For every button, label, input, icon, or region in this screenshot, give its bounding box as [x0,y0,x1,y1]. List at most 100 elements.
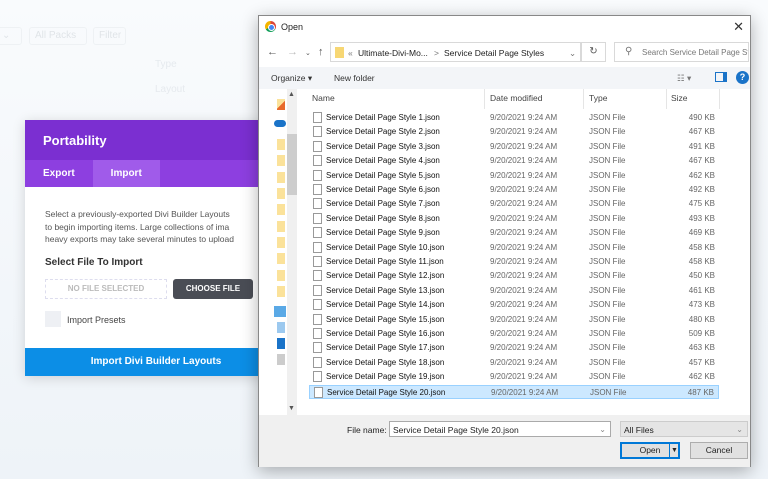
file-icon [313,227,322,239]
organize-menu[interactable]: Organize ▾ [271,73,312,84]
bg-layout-header: Layout [155,84,186,95]
nav-scrollbar-thumb[interactable] [287,134,297,195]
file-row[interactable]: Service Detail Page Style 15.json 9/20/2… [309,313,719,327]
file-row[interactable]: Service Detail Page Style 1.json 9/20/20… [309,111,719,125]
back-icon[interactable]: ← [267,46,278,58]
column-type[interactable]: Type [589,93,607,103]
file-type: JSON File [589,372,626,382]
search-input[interactable]: ⚲ Search Service Detail Page St... [614,42,749,62]
breadcrumb-parent[interactable]: Ultimate-Divi-Mo... [358,48,428,58]
bg-packs-dropdown: All Packs [29,27,87,45]
cancel-button[interactable]: Cancel [690,442,748,459]
file-date: 9/20/2021 9:24 AM [490,141,558,151]
file-date: 9/20/2021 9:24 AM [490,228,558,238]
file-size: 467 KB [688,127,715,137]
file-status: NO FILE SELECTED [45,279,167,299]
dialog-title: Open [281,22,304,32]
up-icon[interactable]: ↑ [318,46,324,58]
open-button[interactable]: Open ▼ [620,442,680,459]
preview-pane-icon[interactable] [715,72,727,82]
file-row[interactable]: Service Detail Page Style 17.json 9/20/2… [309,341,719,355]
file-list: Name Date modified Type Size Service Det… [301,89,721,415]
open-file-dialog: Open ✕ ← → ⌄ ↑ « Ultimate-Divi-Mo... > S… [258,15,751,467]
file-row[interactable]: Service Detail Page Style 16.json 9/20/2… [309,327,719,341]
bg-filter-button: Filter [93,27,126,45]
new-folder-button[interactable]: New folder [334,73,375,83]
search-icon: ⚲ [625,46,633,57]
import-presets-checkbox[interactable] [45,311,61,327]
folder-icon [277,286,285,297]
file-row[interactable]: Service Detail Page Style 11.json 9/20/2… [309,255,719,269]
recent-chevron-icon[interactable]: ⌄ [305,49,311,57]
file-icon [313,169,322,181]
chevron-down-icon[interactable]: ⌄ [599,425,606,434]
onedrive-icon [274,120,286,127]
refresh-button[interactable]: ↻ [581,42,606,62]
bg-type-header: Type [155,59,177,70]
navigation-pane[interactable]: ▲ ▼ [259,89,297,415]
chevron-down-icon[interactable]: ⌄ [569,48,576,59]
close-icon[interactable]: ✕ [733,19,744,35]
file-row[interactable]: Service Detail Page Style 14.json 9/20/2… [309,298,719,312]
file-type: JSON File [589,257,626,266]
file-icon [313,198,322,210]
tab-export[interactable]: Export [25,160,93,187]
open-dropdown-icon[interactable]: ▼ [669,443,679,458]
file-name: Service Detail Page Style 16.json [326,329,445,338]
breadcrumb-current[interactable]: Service Detail Page Styles [444,48,544,58]
file-row[interactable]: Service Detail Page Style 13.json 9/20/2… [309,284,719,298]
file-size: 490 KB [688,113,715,122]
file-row[interactable]: Service Detail Page Style 7.json 9/20/20… [309,197,719,211]
file-row[interactable]: Service Detail Page Style 20.json 9/20/2… [309,384,719,399]
file-row[interactable]: Service Detail Page Style 5.json 9/20/20… [309,169,719,183]
file-date: 9/20/2021 9:24 AM [490,271,558,281]
folder-icon [277,221,285,232]
address-bar[interactable]: « Ultimate-Divi-Mo... > Service Detail P… [330,42,581,62]
file-size: 462 KB [688,372,715,382]
file-row[interactable]: Service Detail Page Style 18.json 9/20/2… [309,356,719,370]
file-date: 9/20/2021 9:24 AM [490,213,558,223]
file-name: Service Detail Page Style 4.json [326,156,440,166]
file-name: Service Detail Page Style 13.json [326,285,445,295]
tab-import[interactable]: Import [92,160,160,187]
file-row[interactable]: Service Detail Page Style 2.json 9/20/20… [309,125,719,139]
drive-icon [277,322,285,333]
file-date: 9/20/2021 9:24 AM [490,170,558,180]
file-row[interactable]: Service Detail Page Style 3.json 9/20/20… [309,140,719,154]
file-name: Service Detail Page Style 1.json [326,113,440,122]
file-size: 457 KB [688,357,715,367]
scroll-up-icon[interactable]: ▲ [288,91,295,98]
file-date: 9/20/2021 9:24 AM [490,343,558,353]
file-date: 9/20/2021 9:24 AM [490,285,558,295]
view-options-icon[interactable]: ☷ ▾ [677,73,691,84]
file-date: 9/20/2021 9:24 AM [490,372,558,382]
scroll-down-icon[interactable]: ▼ [288,405,295,412]
column-name[interactable]: Name [312,93,335,103]
file-type: JSON File [589,199,626,209]
file-name: Service Detail Page Style 9.json [326,228,440,238]
file-type: JSON File [589,156,626,166]
file-row[interactable]: Service Detail Page Style 10.json 9/20/2… [309,241,719,255]
choose-file-button[interactable]: CHOOSE FILE [173,279,253,299]
folder-icon [277,155,285,166]
file-icon [313,299,322,311]
import-layouts-button[interactable]: Import Divi Builder Layouts [25,348,287,376]
file-row[interactable]: Service Detail Page Style 19.json 9/20/2… [309,370,719,384]
quick-access-icon [277,99,285,110]
file-type: JSON File [589,314,626,324]
file-row[interactable]: Service Detail Page Style 4.json 9/20/20… [309,154,719,168]
file-name-input[interactable]: Service Detail Page Style 20.json ⌄ [389,421,611,437]
file-type-select[interactable]: All Files ⌄ [620,421,748,437]
file-size: 458 KB [688,242,715,252]
column-size[interactable]: Size [671,93,688,103]
file-row[interactable]: Service Detail Page Style 8.json 9/20/20… [309,212,719,226]
file-row[interactable]: Service Detail Page Style 9.json 9/20/20… [309,226,719,240]
column-date[interactable]: Date modified [490,93,542,103]
file-row[interactable]: Service Detail Page Style 12.json 9/20/2… [309,269,719,283]
forward-icon[interactable]: → [287,46,298,58]
file-name: Service Detail Page Style 8.json [326,213,440,223]
file-row[interactable]: Service Detail Page Style 6.json 9/20/20… [309,183,719,197]
help-icon[interactable]: ? [736,71,749,84]
file-name: Service Detail Page Style 2.json [326,127,440,137]
file-size: 469 KB [688,228,715,238]
